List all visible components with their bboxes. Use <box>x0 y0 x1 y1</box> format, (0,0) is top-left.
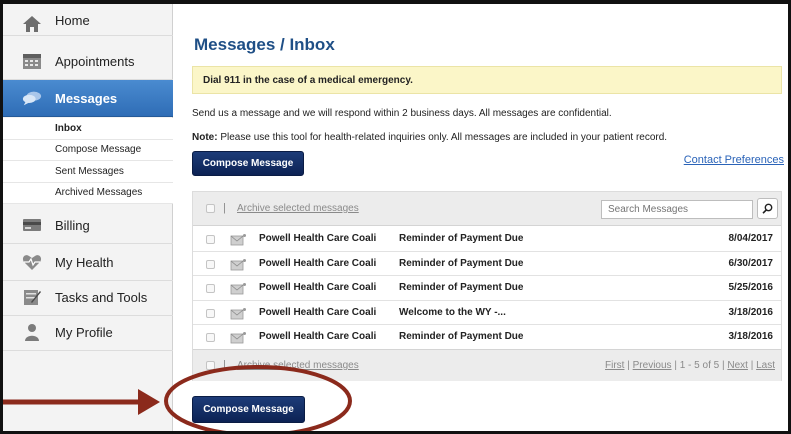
pager-last-link[interactable]: Last <box>756 360 775 371</box>
row-subject: Reminder of Payment Due <box>399 331 524 342</box>
pager-range: 1 - 5 of 5 <box>679 360 720 371</box>
pagination: First | Previous | 1 - 5 of 5 | Next | L… <box>605 360 775 371</box>
envelope-icon <box>230 307 246 319</box>
search-button[interactable] <box>757 198 778 219</box>
emergency-alert: Dial 911 in the case of a medical emerge… <box>192 66 782 94</box>
subnav-label: Sent Messages <box>55 165 124 177</box>
pager-next-link[interactable]: Next <box>727 360 748 371</box>
sidebar-item-label: Messages <box>55 90 118 106</box>
row-subject: Reminder of Payment Due <box>399 282 524 293</box>
contact-preferences-link[interactable]: Contact Preferences <box>684 154 784 166</box>
archive-selected-link-footer[interactable]: Archive selected messages <box>237 360 359 371</box>
sidebar-item-tasks-and-tools[interactable]: Tasks and Tools <box>3 279 173 316</box>
row-date: 5/25/2016 <box>728 282 774 293</box>
pager-separator: | <box>750 360 754 371</box>
select-all-checkbox-footer[interactable] <box>206 361 215 370</box>
row-checkbox[interactable] <box>206 308 215 318</box>
sidebar-item-appointments[interactable]: Appointments <box>3 43 173 80</box>
envelope-icon <box>230 332 246 344</box>
subnav-label: Compose Message <box>55 144 142 156</box>
note-body: Please use this tool for health-related … <box>217 132 668 143</box>
envelope-icon <box>230 234 246 246</box>
row-checkbox[interactable] <box>206 284 215 293</box>
calendar-icon <box>22 52 42 70</box>
sidebar-item-my-health[interactable]: My Health <box>3 244 173 281</box>
compose-message-button-bottom[interactable]: Compose Message <box>192 396 305 423</box>
credit-card-icon <box>22 216 42 234</box>
table-toolbar: | Archive selected messages <box>193 192 781 226</box>
subnav-compose-message[interactable]: Compose Message <box>3 140 173 161</box>
row-sender: Powell Health Care Coali <box>259 306 377 318</box>
select-all-checkbox[interactable] <box>206 204 215 213</box>
table-row[interactable]: Powell Health Care Coali Reminder of Pay… <box>193 325 781 350</box>
subnav-inbox[interactable]: Inbox <box>3 118 173 140</box>
clipboard-icon <box>22 288 42 306</box>
sidebar-item-messages[interactable]: Messages <box>3 80 173 117</box>
pager-separator: | <box>721 360 725 371</box>
message-table: | Archive selected messages Powell Healt… <box>192 191 782 381</box>
row-subject: Reminder of Payment Due <box>399 257 524 269</box>
home-icon <box>22 15 42 33</box>
row-date: 3/18/2016 <box>728 331 774 342</box>
sidebar-item-billing[interactable]: Billing <box>3 207 173 244</box>
row-subject: Welcome to the WY -... <box>399 306 506 318</box>
row-date: 3/18/2016 <box>728 306 774 318</box>
envelope-icon <box>230 283 246 295</box>
compose-message-button[interactable]: Compose Message <box>192 151 304 176</box>
toolbar-separator: | <box>223 359 226 371</box>
row-date: 6/30/2017 <box>728 257 774 269</box>
chat-bubble-icon <box>22 89 42 107</box>
archive-selected-link[interactable]: Archive selected messages <box>237 203 359 214</box>
row-checkbox[interactable] <box>206 333 215 342</box>
sidebar-item-label: Tasks and Tools <box>55 289 148 305</box>
search-messages-input[interactable] <box>601 200 753 219</box>
messages-subnav: Inbox Compose Message Sent Messages Arch… <box>3 118 173 204</box>
table-footer: | Archive selected messages First | Prev… <box>193 349 781 381</box>
heart-pulse-icon <box>22 253 42 271</box>
sidebar-nav: Home Appointments Messages Inbox Compose… <box>3 4 173 431</box>
toolbar-separator: | <box>223 202 226 214</box>
sidebar-item-label: My Profile <box>55 324 113 340</box>
table-row[interactable]: Powell Health Care Coali Welcome to the … <box>193 300 781 325</box>
pager-separator: | <box>627 360 630 371</box>
main-content: Messages / Inbox Dial 911 in the case of… <box>174 4 788 431</box>
subnav-label: Inbox <box>55 122 82 134</box>
table-row[interactable]: Powell Health Care Coali Reminder of Pay… <box>193 276 781 301</box>
row-sender: Powell Health Care Coali <box>259 233 377 244</box>
note-label: Note: <box>192 132 218 143</box>
pager-previous-link[interactable]: Previous <box>633 360 672 371</box>
subnav-label: Archived Messages <box>55 187 143 199</box>
row-date: 8/04/2017 <box>728 233 774 244</box>
page-title: Messages / Inbox <box>194 35 335 54</box>
envelope-icon <box>230 258 246 270</box>
sidebar-item-label: Appointments <box>55 53 135 69</box>
row-sender: Powell Health Care Coali <box>259 282 377 293</box>
note-text: Note: Please use this tool for health-re… <box>192 132 667 143</box>
row-subject: Reminder of Payment Due <box>399 233 524 244</box>
sidebar-item-home[interactable]: Home <box>3 4 173 36</box>
person-icon <box>22 323 42 341</box>
subnav-archived-messages[interactable]: Archived Messages <box>3 183 173 204</box>
intro-text: Send us a message and we will respond wi… <box>192 108 612 119</box>
subnav-sent-messages[interactable]: Sent Messages <box>3 161 173 183</box>
pager-separator: | <box>674 360 677 371</box>
sidebar-item-label: Billing <box>55 217 90 233</box>
sidebar-item-label: My Health <box>55 254 114 270</box>
table-row[interactable]: Powell Health Care Coali Reminder of Pay… <box>193 251 781 276</box>
row-checkbox[interactable] <box>206 259 215 269</box>
table-row[interactable]: Powell Health Care Coali Reminder of Pay… <box>193 227 781 252</box>
search-icon <box>762 203 773 214</box>
sidebar-item-label: Home <box>55 13 90 28</box>
sidebar-item-my-profile[interactable]: My Profile <box>3 314 173 351</box>
row-sender: Powell Health Care Coali <box>259 257 377 269</box>
row-sender: Powell Health Care Coali <box>259 331 377 342</box>
pager-first-link[interactable]: First <box>605 360 624 371</box>
row-checkbox[interactable] <box>206 235 215 244</box>
